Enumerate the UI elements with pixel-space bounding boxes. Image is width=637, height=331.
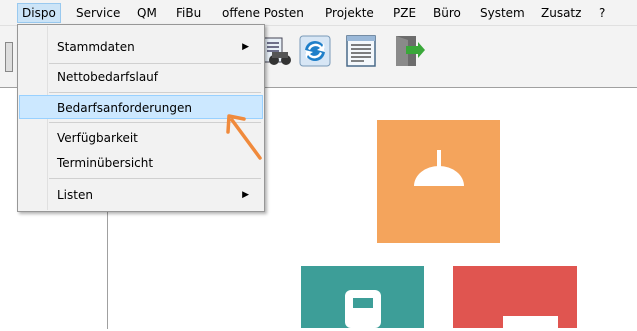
annotation-arrow-icon [226,114,262,160]
menu-projekte[interactable]: Projekte [325,4,374,22]
tile-document[interactable] [453,266,577,328]
exit-door-icon[interactable] [392,34,426,68]
menu-service[interactable]: Service [76,4,120,22]
menu-qm[interactable]: QM [137,4,157,22]
menu-item-label: Stammdaten [57,40,135,54]
tile-phone[interactable] [301,266,424,328]
phone-icon [345,290,381,328]
menu-separator [49,63,261,64]
submenu-arrow-icon: ▶ [242,42,249,52]
menu-buero[interactable]: Büro [433,4,461,22]
menu-item-nettobedarfslauf[interactable]: Nettobedarfslauf [19,65,263,89]
menu-separator [49,178,261,179]
menu-item-listen[interactable]: Listen ▶ [19,183,263,207]
menu-item-label: Terminübersicht [57,156,154,170]
menu-item-label: Verfügbarkeit [57,131,138,145]
lamp-icon [414,150,464,186]
menu-fibu[interactable]: FiBu [176,4,201,22]
list-icon[interactable] [344,34,378,68]
menu-item-label: Listen [57,188,93,202]
menu-help[interactable]: ? [599,4,605,22]
menu-pze[interactable]: PZE [393,4,416,22]
menu-zusatz[interactable]: Zusatz [541,4,581,22]
menu-system[interactable]: System [480,4,525,22]
menu-dispo[interactable]: Dispo [17,3,61,23]
menu-separator [49,92,261,93]
submenu-arrow-icon: ▶ [242,190,249,200]
menu-offene-posten[interactable]: offene Posten [222,4,304,22]
menu-item-label: Nettobedarfslauf [57,70,159,84]
tile-lamp[interactable] [377,120,500,243]
binoculars-icon[interactable] [262,34,296,68]
menu-bar: Dispo Service QM FiBu offene Posten Proj… [0,0,637,26]
toolbar-partial-icon[interactable] [5,42,13,72]
menu-item-stammdaten[interactable]: Stammdaten ▶ [19,35,263,59]
refresh-icon[interactable] [298,34,332,68]
document-icon [503,316,558,328]
menu-item-label: Bedarfsanforderungen [57,101,192,115]
